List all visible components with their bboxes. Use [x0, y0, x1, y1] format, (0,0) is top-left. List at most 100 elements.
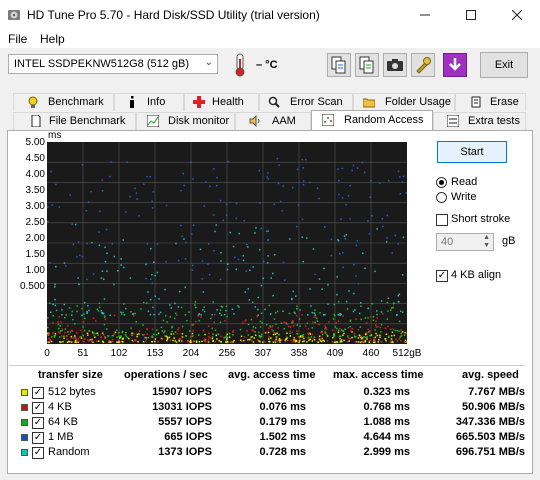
- tab-health[interactable]: Health: [184, 93, 259, 111]
- drive-select[interactable]: INTEL SSDPEKNW512G8 (512 gB) ⌄: [8, 54, 218, 74]
- scatter-point: [280, 339, 283, 341]
- app-icon: [8, 10, 20, 20]
- tab-file-benchmark[interactable]: File Benchmark: [13, 112, 136, 130]
- scatter-point: [320, 332, 323, 334]
- scatter-point: [174, 302, 176, 305]
- scatter-point: [208, 273, 211, 276]
- scatter-point: [289, 330, 291, 332]
- tab-info[interactable]: Info: [114, 93, 184, 111]
- scatter-point: [247, 334, 250, 336]
- scatter-point: [184, 258, 187, 260]
- close-button[interactable]: [494, 0, 540, 30]
- scatter-point: [192, 323, 194, 326]
- tab-erase[interactable]: Erase: [455, 93, 526, 111]
- scatter-point: [98, 231, 100, 233]
- start-button[interactable]: Start: [437, 141, 507, 163]
- scatter-point: [312, 248, 315, 250]
- scatter-point: [394, 329, 397, 332]
- scatter-point: [142, 324, 144, 326]
- scatter-point: [160, 326, 163, 329]
- scatter-point: [63, 335, 65, 337]
- series-checkbox[interactable]: ✓: [32, 432, 44, 444]
- minimize-button[interactable]: [402, 0, 448, 30]
- scatter-point: [393, 334, 395, 337]
- scatter-point: [120, 313, 123, 315]
- screenshot-button[interactable]: [383, 53, 407, 77]
- scatter-point: [150, 278, 152, 280]
- scatter-point: [336, 341, 338, 343]
- scatter-point: [323, 340, 325, 342]
- scatter-point: [84, 329, 86, 332]
- scatter-point: [363, 336, 365, 338]
- scatter-point: [209, 185, 211, 188]
- scatter-point: [55, 265, 57, 268]
- scatter-point: [313, 312, 316, 314]
- menu-bar: File Help: [0, 30, 540, 48]
- tab-error-scan-label: Error Scan: [290, 96, 343, 108]
- download-button[interactable]: [443, 53, 467, 77]
- tab-aam[interactable]: AAM: [235, 112, 311, 130]
- options-button[interactable]: [411, 53, 435, 77]
- scatter-point: [258, 169, 260, 172]
- scatter-point: [387, 335, 390, 338]
- cell-speed: 7.767 MB/s: [468, 386, 525, 398]
- scatter-point: [295, 340, 298, 343]
- scatter-point: [57, 321, 59, 323]
- scatter-point: [86, 332, 89, 335]
- copy-button[interactable]: [327, 53, 351, 77]
- y-unit-label: ms: [48, 130, 62, 141]
- series-checkbox[interactable]: ✓: [32, 417, 44, 429]
- spinner-up-icon[interactable]: ▲: [483, 234, 490, 241]
- scatter-point: [181, 340, 184, 343]
- exit-button[interactable]: Exit: [480, 52, 528, 78]
- scatter-point: [364, 317, 367, 319]
- align-checkbox[interactable]: ✓: [436, 270, 448, 282]
- save-copy-button[interactable]: [355, 53, 379, 77]
- scatter-point: [145, 277, 147, 280]
- tab-extra-tests[interactable]: Extra tests: [433, 112, 526, 130]
- scatter-point: [348, 340, 350, 342]
- scatter-point: [276, 310, 279, 313]
- scatter-point: [391, 331, 394, 333]
- tab-benchmark[interactable]: Benchmark: [13, 93, 114, 111]
- menu-help[interactable]: Help: [40, 32, 65, 46]
- scatter-point: [232, 245, 235, 248]
- scatter-point: [108, 340, 111, 342]
- scatter-point: [100, 336, 103, 338]
- series-checkbox[interactable]: ✓: [32, 402, 44, 414]
- scatter-point: [375, 326, 378, 328]
- series-color-swatch: [21, 419, 28, 426]
- scatter-point: [337, 238, 339, 241]
- scatter-point: [146, 333, 148, 335]
- maximize-button[interactable]: [448, 0, 494, 30]
- tab-error-scan[interactable]: Error Scan: [259, 93, 353, 111]
- short-stroke-checkbox[interactable]: [436, 214, 448, 226]
- x-tick-label: 409: [326, 348, 344, 359]
- scatter-point: [72, 318, 74, 321]
- tab-disk-monitor[interactable]: Disk monitor: [136, 112, 235, 130]
- menu-file[interactable]: File: [8, 32, 27, 46]
- scatter-point: [159, 311, 162, 314]
- scatter-point: [147, 310, 150, 312]
- scatter-point: [296, 324, 298, 326]
- scatter-point: [262, 341, 264, 343]
- scatter-point: [377, 325, 379, 328]
- tab-folder-usage[interactable]: Folder Usage: [353, 93, 455, 111]
- scatter-point: [226, 336, 229, 339]
- tab-random-access[interactable]: Random Access: [311, 110, 433, 131]
- scatter-point: [346, 308, 349, 310]
- stroke-size-spinner[interactable]: 40 ▲ ▼: [436, 233, 494, 251]
- scatter-point: [129, 195, 131, 198]
- scatter-point: [330, 238, 333, 241]
- scatter-point: [337, 314, 340, 316]
- spinner-down-icon[interactable]: ▼: [483, 242, 490, 249]
- series-checkbox[interactable]: ✓: [32, 447, 44, 459]
- write-radio[interactable]: [436, 192, 447, 203]
- series-checkbox[interactable]: ✓: [32, 387, 44, 399]
- scatter-point: [120, 264, 122, 266]
- close-icon: [511, 9, 523, 21]
- read-radio[interactable]: [436, 177, 447, 188]
- scatter-point: [225, 309, 227, 312]
- scatter-point: [202, 291, 205, 293]
- scatter-point: [235, 202, 238, 205]
